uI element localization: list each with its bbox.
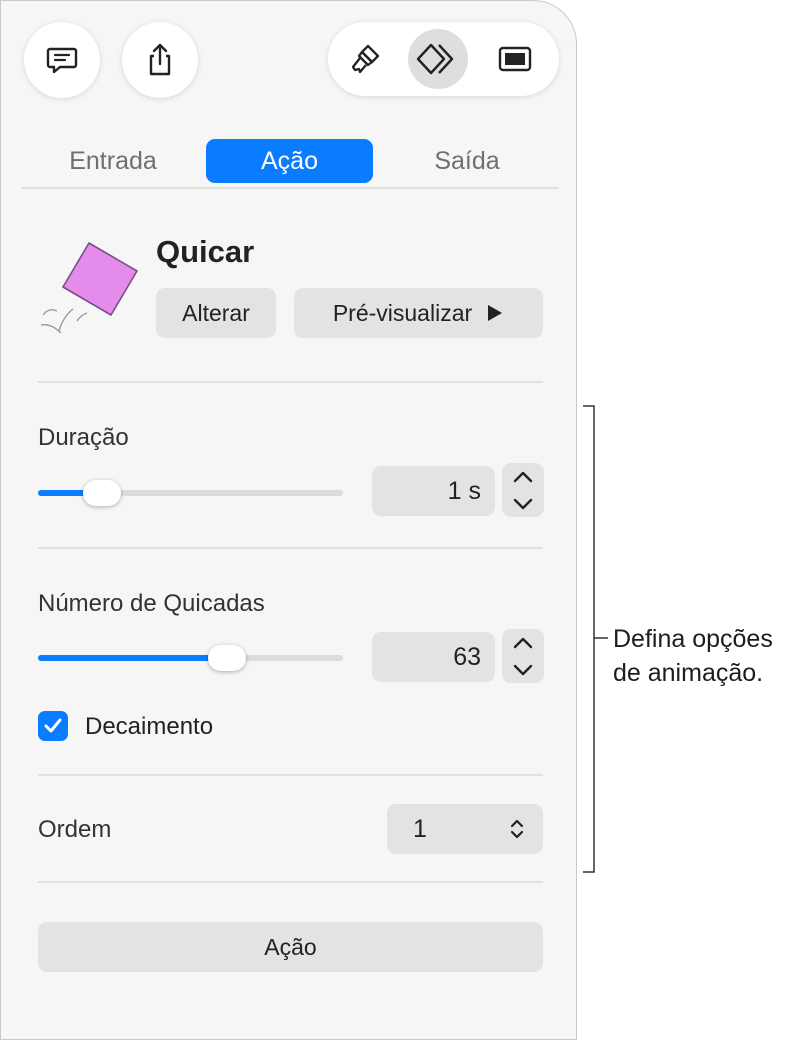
section-divider — [38, 547, 543, 549]
decay-label[interactable]: Decaimento — [85, 713, 213, 741]
section-divider — [38, 774, 543, 776]
chevron-down-icon[interactable] — [502, 490, 544, 517]
comment-button[interactable] — [24, 22, 100, 98]
bounces-stepper[interactable] — [502, 629, 544, 683]
bounces-value-field[interactable]: 63 — [372, 632, 495, 682]
bounces-slider[interactable] — [38, 655, 343, 661]
tab-saida[interactable]: Saída — [397, 139, 537, 183]
order-label: Ordem — [38, 816, 112, 843]
bounces-slider-fill — [38, 655, 228, 661]
checkmark-icon — [44, 718, 62, 733]
tab-acao[interactable]: Ação — [206, 139, 373, 183]
callout-text: Defina opções de animação. — [613, 622, 773, 690]
document-button[interactable] — [485, 29, 545, 89]
callout-bracket — [583, 405, 608, 873]
order-value: 1 — [413, 815, 427, 843]
comment-icon — [46, 47, 78, 74]
animate-inspector-panel: Entrada Ação Saída Quicar Alterar Pré-vi… — [0, 0, 577, 1040]
callout-line-1: Defina opções — [613, 625, 773, 653]
change-effect-button[interactable]: Alterar — [156, 288, 276, 338]
animate-icon — [416, 43, 454, 75]
preview-button[interactable]: Pré-visualizar — [294, 288, 543, 338]
duration-stepper[interactable] — [502, 463, 544, 517]
format-brush-icon — [351, 44, 380, 74]
format-button[interactable] — [335, 29, 395, 89]
tabs-divider — [21, 187, 559, 189]
duration-label: Duração — [38, 424, 129, 451]
duration-value-field[interactable]: 1 s — [372, 466, 495, 516]
chevron-up-icon[interactable] — [502, 629, 544, 656]
chevron-up-icon[interactable] — [502, 463, 544, 490]
animate-button[interactable] — [408, 29, 468, 89]
action-button[interactable]: Ação — [38, 922, 543, 972]
duration-slider-thumb[interactable] — [83, 480, 122, 506]
tab-entrada[interactable]: Entrada — [43, 139, 183, 183]
play-icon — [488, 305, 503, 321]
section-divider — [38, 881, 543, 883]
preview-label: Pré-visualizar — [332, 299, 473, 326]
updown-chevron-icon — [510, 819, 524, 839]
callout-line-2: de animação. — [613, 659, 764, 687]
chevron-down-icon[interactable] — [502, 656, 544, 683]
document-icon — [498, 46, 532, 72]
bounces-slider-thumb[interactable] — [208, 645, 247, 671]
share-button[interactable] — [122, 22, 198, 98]
effect-thumbnail — [40, 242, 138, 333]
decay-checkbox[interactable] — [38, 711, 68, 741]
effect-name: Quicar — [156, 234, 255, 269]
share-icon — [149, 43, 171, 76]
inspector-mode-segment — [328, 22, 559, 96]
order-select[interactable]: 1 — [387, 804, 543, 854]
section-divider — [38, 381, 543, 383]
bounces-label: Número de Quicadas — [38, 590, 265, 617]
